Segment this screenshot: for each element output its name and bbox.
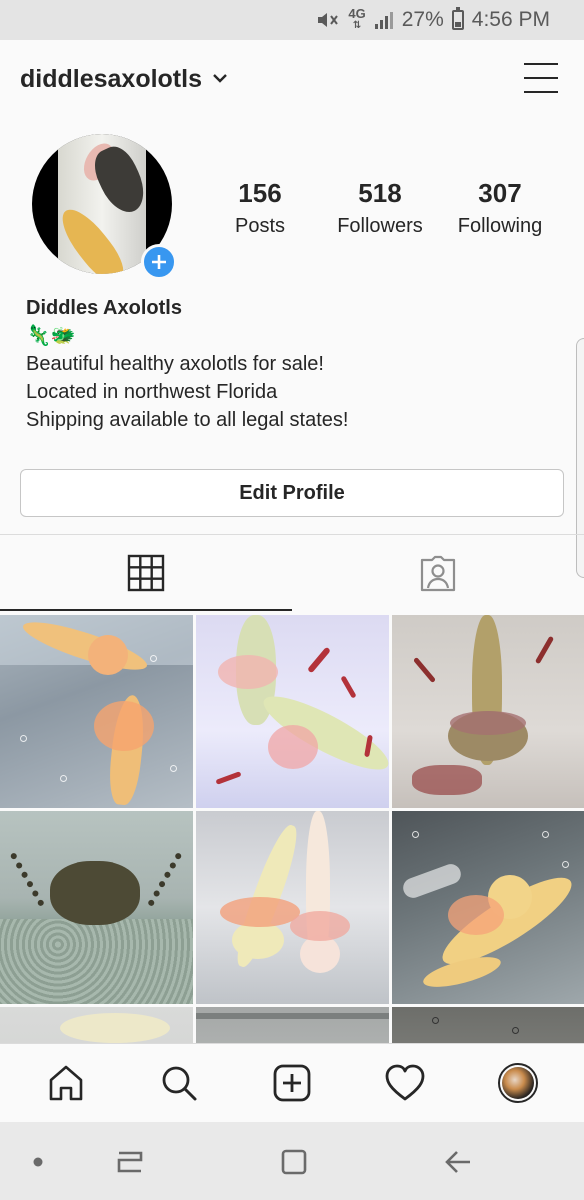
post-thumbnail[interactable] <box>0 615 193 808</box>
network-type-label: 4G <box>348 6 366 21</box>
add-story-button[interactable] <box>141 244 177 280</box>
back-arrow-icon[interactable] <box>438 1144 478 1180</box>
dot-indicator-icon <box>18 1144 58 1180</box>
nav-profile[interactable] <box>488 1053 548 1113</box>
nav-home[interactable] <box>36 1053 96 1113</box>
nav-search[interactable] <box>149 1053 209 1113</box>
stat-label: Followers <box>337 215 423 237</box>
post-thumbnail[interactable] <box>196 615 389 808</box>
tagged-photos-icon <box>420 555 456 592</box>
profile-picture[interactable] <box>32 134 177 280</box>
profile-header: diddlesaxolotls <box>0 40 584 118</box>
profile-avatar-icon <box>497 1063 538 1103</box>
clock: 4:56 PM <box>471 8 550 31</box>
tab-grid[interactable] <box>0 535 292 611</box>
nav-new-post[interactable] <box>262 1053 322 1113</box>
profile-bio: Diddles Axolotls 🦎🐲 Beautiful healthy ax… <box>26 294 566 434</box>
stat-label: Following <box>457 215 543 237</box>
posts-count[interactable]: 156 Posts <box>200 176 320 240</box>
profile-stats: 156 Posts 518 Followers 307 Following <box>200 176 584 240</box>
grid-icon <box>127 554 165 592</box>
hamburger-menu-icon[interactable] <box>524 63 558 93</box>
activity-heart-icon <box>385 1064 425 1101</box>
bottom-navigation <box>0 1043 584 1122</box>
network-type-icon: 4G ⇅ <box>348 6 366 31</box>
stat-value: 156 <box>238 178 282 208</box>
nav-activity[interactable] <box>375 1053 435 1113</box>
post-thumbnail[interactable] <box>392 615 584 808</box>
display-name: Diddles Axolotls <box>26 297 182 319</box>
username-switcher[interactable]: diddlesaxolotls <box>20 65 202 94</box>
status-bar: 4G ⇅ 27% 4:56 PM <box>0 0 584 40</box>
plus-icon <box>152 255 166 269</box>
tab-tagged[interactable] <box>292 535 584 611</box>
post-thumbnail[interactable] <box>196 811 389 1004</box>
search-icon <box>162 1066 197 1101</box>
edit-profile-button[interactable]: Edit Profile <box>20 469 564 517</box>
bio-line: Located in northwest Florida <box>26 381 278 403</box>
home-icon <box>50 1065 83 1101</box>
stat-label: Posts <box>234 215 286 237</box>
home-button-icon[interactable] <box>274 1144 314 1180</box>
signal-icon <box>374 10 394 30</box>
post-thumbnail[interactable] <box>0 811 193 1004</box>
stat-value: 307 <box>478 178 522 208</box>
profile-tabs <box>0 535 584 611</box>
battery-icon <box>451 7 464 30</box>
post-thumbnail[interactable] <box>392 811 584 1004</box>
bio-line: Beautiful healthy axolotls for sale! <box>26 353 324 375</box>
bio-emoji: 🦎🐲 <box>26 325 76 347</box>
recent-apps-icon[interactable] <box>110 1144 150 1180</box>
mute-icon <box>316 10 340 30</box>
new-post-icon <box>273 1064 311 1102</box>
followers-count[interactable]: 518 Followers <box>320 176 440 240</box>
battery-percent: 27% <box>401 8 444 31</box>
stat-value: 518 <box>358 178 402 208</box>
following-count[interactable]: 307 Following <box>440 176 560 240</box>
system-navigation-bar <box>0 1122 584 1200</box>
chevron-down-icon[interactable] <box>212 71 228 89</box>
bio-line: Shipping available to all legal states! <box>26 409 349 431</box>
